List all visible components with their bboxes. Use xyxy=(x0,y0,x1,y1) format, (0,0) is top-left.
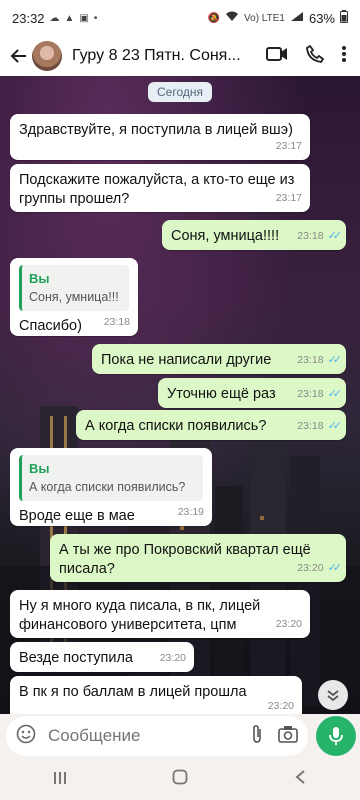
message-incoming[interactable]: В пк я по баллам в лицей прошла 23:20 xyxy=(10,676,302,714)
message-time: 23:18 xyxy=(103,316,130,328)
message-time: 23:18 xyxy=(297,230,324,242)
chat-area[interactable]: Сегодня Здравствуйте, я поступила в лице… xyxy=(0,76,360,714)
home-icon[interactable] xyxy=(172,769,188,790)
camera-icon[interactable] xyxy=(278,725,298,748)
quote-text: Соня, умница!!! xyxy=(29,290,119,304)
video-call-icon[interactable] xyxy=(266,46,288,67)
quoted-message[interactable]: Вы Соня, умница!!! xyxy=(19,265,129,311)
message-text: Вроде еще в мае xyxy=(19,508,135,524)
phone-icon[interactable] xyxy=(306,44,325,68)
message-outgoing[interactable]: Соня, умница!!!! 23:18 ✓✓ xyxy=(162,220,346,250)
date-chip: Сегодня xyxy=(148,82,212,102)
read-tick-icon: ✓✓ xyxy=(327,230,343,242)
message-text: А ты же про Покровский квартал ещё писал… xyxy=(59,542,311,577)
message-time: 23:18 xyxy=(297,420,324,432)
scroll-down-icon[interactable] xyxy=(318,680,348,710)
dot-icon: • xyxy=(93,12,98,24)
system-nav-bar xyxy=(0,758,360,800)
quote-author: Вы xyxy=(29,271,50,286)
chat-title[interactable]: Гуру 8 23 Пятн. Соня... xyxy=(72,47,242,65)
mic-icon[interactable] xyxy=(316,716,356,756)
read-tick-icon: ✓✓ xyxy=(327,562,343,574)
message-time: 23:19 xyxy=(177,506,204,518)
mute-icon: 🔕 xyxy=(207,12,221,24)
battery-icon xyxy=(340,10,348,26)
message-time: 23:17 xyxy=(275,140,302,152)
quoted-message[interactable]: Вы А когда списки появились? xyxy=(19,455,203,501)
notification-icon: ▲ xyxy=(64,12,75,24)
message-time: 23:20 xyxy=(159,652,186,664)
read-tick-icon: ✓✓ xyxy=(327,388,343,400)
message-text: Ну я много куда писала, в пк, лицей фина… xyxy=(19,598,261,633)
recent-apps-icon[interactable] xyxy=(53,769,67,790)
quote-author: Вы xyxy=(29,461,50,476)
message-time: 23:20 xyxy=(267,700,294,712)
message-text: Подскажите пожалуйста, а кто-то еще из г… xyxy=(19,172,295,207)
message-time: 23:18 xyxy=(297,388,324,400)
attach-icon[interactable] xyxy=(250,724,264,749)
emoji-icon[interactable] xyxy=(16,724,36,749)
message-incoming[interactable]: Вы А когда списки появились? Вроде еще в… xyxy=(10,448,212,526)
message-incoming[interactable]: Здравствуйте, я поступила в лицей вшэ) 2… xyxy=(10,114,310,160)
message-outgoing[interactable]: А когда списки появились? 23:18 ✓✓ xyxy=(76,410,346,440)
message-time: 23:17 xyxy=(275,192,302,204)
message-incoming[interactable]: Ну я много куда писала, в пк, лицей фина… xyxy=(10,590,310,638)
app-notification-icon: ▣ xyxy=(79,12,89,24)
read-tick-icon: ✓✓ xyxy=(327,420,343,432)
message-text: В пк я по баллам в лицей прошла xyxy=(19,684,247,700)
status-time: 23:32 xyxy=(12,10,45,26)
status-bar: 23:32 ☁ ▲ ▣ • 🔕 Vo) LTE1 63% xyxy=(0,0,360,36)
read-tick-icon: ✓✓ xyxy=(327,354,343,366)
chat-header: Гуру 8 23 Пятн. Соня... xyxy=(0,36,360,76)
message-outgoing[interactable]: А ты же про Покровский квартал ещё писал… xyxy=(50,534,346,582)
cloud-icon: ☁ xyxy=(49,12,60,24)
composer xyxy=(0,714,360,758)
message-incoming[interactable]: Вы Соня, умница!!! Спасибо) 23:18 xyxy=(10,258,138,336)
message-incoming[interactable]: Везде поступила 23:20 xyxy=(10,642,194,672)
battery-percent: 63% xyxy=(308,10,335,26)
back-nav-icon[interactable] xyxy=(293,769,307,790)
signal-icon xyxy=(290,11,304,25)
more-vert-icon[interactable] xyxy=(342,45,346,68)
message-time: 23:20 xyxy=(297,562,324,574)
message-input[interactable] xyxy=(46,725,230,747)
message-outgoing[interactable]: Пока не написали другие 23:18 ✓✓ xyxy=(92,344,346,374)
quote-text: А когда списки появились? xyxy=(29,480,186,494)
message-time: 23:20 xyxy=(275,618,302,630)
message-outgoing[interactable]: Уточню ещё раз 23:18 ✓✓ xyxy=(158,378,346,408)
message-text: Здравствуйте, я поступила в лицей вшэ) xyxy=(19,122,293,138)
message-time: 23:18 xyxy=(297,354,324,366)
wifi-icon xyxy=(225,11,239,25)
arrow-left-icon[interactable] xyxy=(8,45,30,67)
avatar[interactable] xyxy=(32,41,62,71)
message-incoming[interactable]: Подскажите пожалуйста, а кто-то еще из г… xyxy=(10,164,310,212)
message-field[interactable] xyxy=(6,716,308,756)
network-type: Vo) LTE1 xyxy=(244,12,285,24)
